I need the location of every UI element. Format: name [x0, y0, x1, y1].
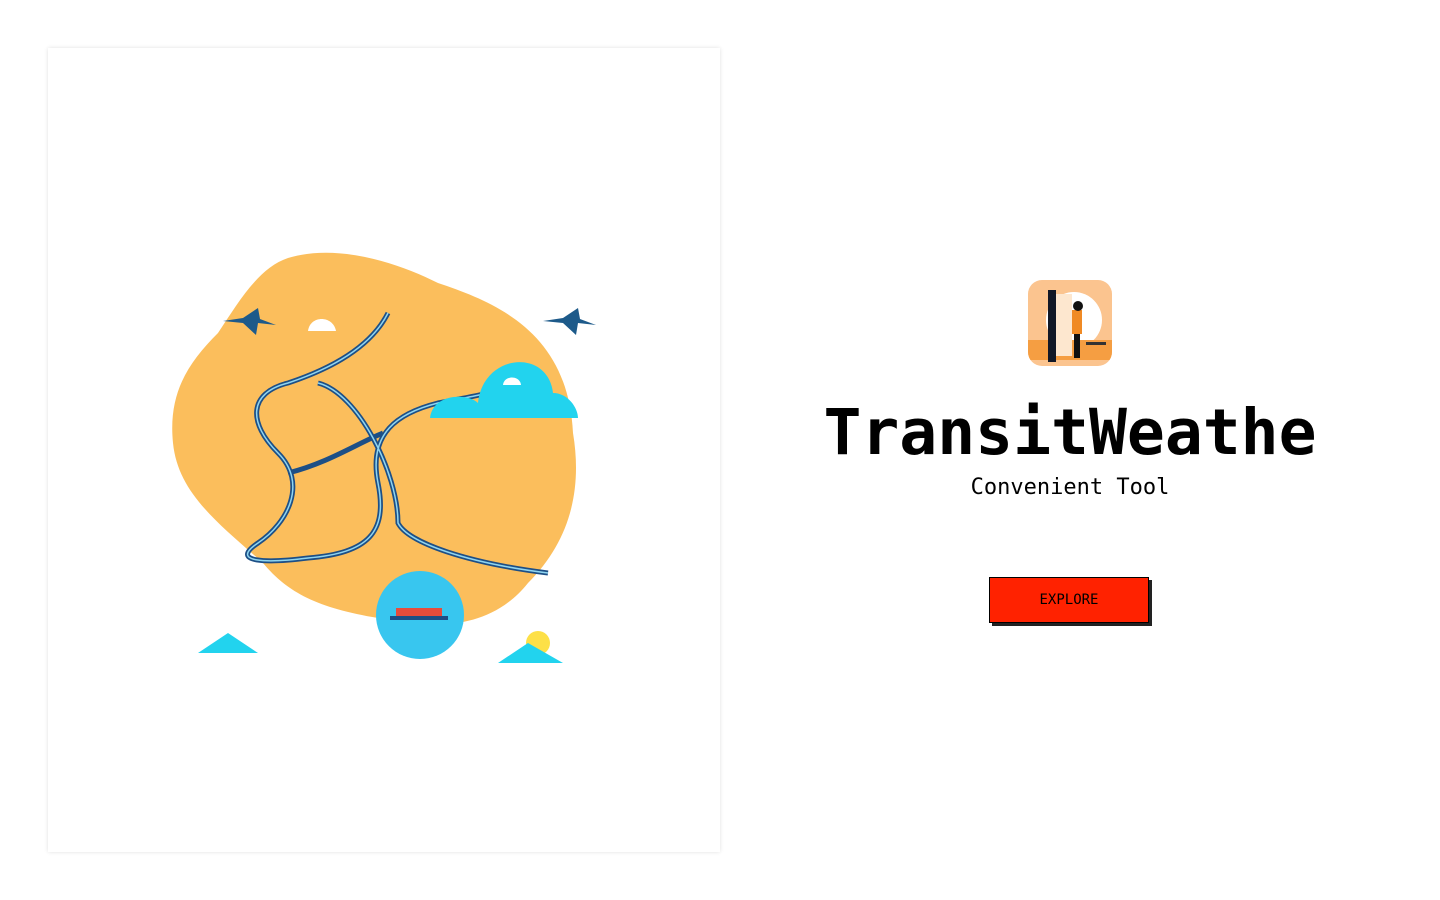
illustration-card	[48, 48, 720, 852]
page-title: TransitWeathe	[823, 396, 1317, 469]
page-subtitle: Convenient Tool	[970, 475, 1170, 500]
app-logo-icon	[1028, 280, 1112, 366]
explore-button[interactable]: EXPLORE	[989, 577, 1149, 623]
hero-section: TransitWeathe Convenient Tool EXPLORE	[720, 0, 1440, 900]
transit-map-illustration	[172, 252, 596, 663]
